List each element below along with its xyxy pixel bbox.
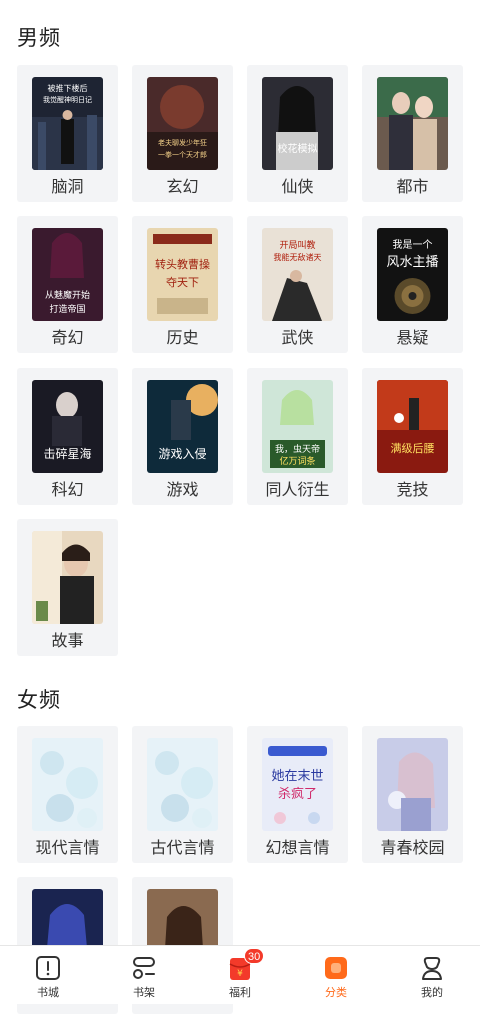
category-card-gushi[interactable]: 故事 — [17, 519, 118, 656]
category-label: 奇幻 — [51, 330, 84, 347]
section-title-male: 男频 — [17, 27, 61, 50]
svg-text:我，虫天帝: 我，虫天帝 — [275, 443, 320, 455]
category-label: 故事 — [51, 633, 84, 650]
svg-text:游戏入侵: 游戏入侵 — [158, 446, 206, 461]
svg-text:转头教曹操: 转头教曹操 — [155, 257, 210, 271]
category-label: 都市 — [396, 179, 429, 196]
category-card-qingchunxiaoyuan[interactable]: 青春校园 — [362, 726, 463, 863]
svg-text:打造帝国: 打造帝国 — [49, 303, 85, 315]
category-label: 悬疑 — [396, 330, 429, 347]
bottom-tab-bar: 书城 书架 ¥ 30 福利 分类 我的 — [0, 945, 480, 1004]
tab-bookshelf[interactable]: 书架 — [96, 946, 192, 1004]
category-label: 历史 — [166, 330, 199, 347]
svg-text:我觉醒神明日记: 我觉醒神明日记 — [43, 95, 92, 104]
book-cover — [32, 738, 103, 831]
category-label: 竞技 — [396, 482, 429, 499]
category-label: 科幻 — [51, 482, 84, 499]
svg-text:我是一个: 我是一个 — [393, 239, 433, 251]
category-card-kehuan[interactable]: 击碎星海 科幻 — [17, 368, 118, 505]
svg-text:从魅魔开始: 从魅魔开始 — [45, 289, 90, 301]
book-cover: 击碎星海 — [32, 380, 103, 473]
tab-category[interactable]: 分类 — [288, 946, 384, 1004]
category-card-wuxia[interactable]: 开局叫教 我能无敌诸天 武侠 — [247, 216, 348, 353]
category-label: 青春校园 — [380, 840, 445, 857]
book-cover: 从魅魔开始 打造帝国 — [32, 228, 103, 321]
tab-profile[interactable]: 我的 — [384, 946, 480, 1004]
category-card-tongren[interactable]: 我，虫天帝 亿万词条 同人衍生 — [247, 368, 348, 505]
svg-text:校花模拟: 校花模拟 — [278, 142, 318, 155]
category-label: 同人衍生 — [265, 482, 330, 499]
book-cover — [147, 738, 218, 831]
book-cover: 开局叫教 我能无敌诸天 — [262, 228, 333, 321]
svg-text:老夫聊发少年狂: 老夫聊发少年狂 — [158, 138, 207, 147]
bookstore-icon — [36, 956, 60, 980]
svg-text:¥: ¥ — [237, 969, 243, 979]
tab-label: 我的 — [421, 987, 443, 999]
tab-bookstore[interactable]: 书城 — [0, 946, 96, 1004]
category-label: 古代言情 — [150, 840, 215, 857]
category-label: 游戏 — [166, 482, 199, 499]
category-icon — [325, 957, 347, 979]
svg-text:亿万词条: 亿万词条 — [279, 455, 315, 467]
svg-text:风水主播: 风水主播 — [386, 255, 438, 270]
category-card-gudaiyanqing[interactable]: 古代言情 — [132, 726, 233, 863]
category-card-xianxia[interactable]: 校花模拟 仙侠 — [247, 65, 348, 202]
svg-text:夺天下: 夺天下 — [166, 276, 199, 289]
book-cover: 老夫聊发少年狂 一拳一个天才郎 — [147, 77, 218, 170]
svg-text:满级后腰: 满级后腰 — [391, 442, 435, 455]
category-card-naodong[interactable]: 被推下楼后我觉醒神明日记 脑洞 — [17, 65, 118, 202]
book-cover: 满级后腰 — [377, 380, 448, 473]
book-cover: 转头教曹操 夺天下 — [147, 228, 218, 321]
svg-text:我能无敌诸天: 我能无敌诸天 — [274, 252, 322, 262]
book-cover: 我，虫天帝 亿万词条 — [262, 380, 333, 473]
book-cover: 我是一个 风水主播 — [377, 228, 448, 321]
book-cover — [32, 531, 103, 624]
category-card-lishi[interactable]: 转头教曹操夺天下 历史 — [132, 216, 233, 353]
category-card-jingji[interactable]: 满级后腰 竞技 — [362, 368, 463, 505]
category-label: 脑洞 — [51, 179, 84, 196]
svg-text:她在末世: 她在末世 — [271, 769, 323, 784]
svg-text:一拳一个天才郎: 一拳一个天才郎 — [158, 150, 207, 159]
category-label: 玄幻 — [166, 179, 199, 196]
tab-label: 书架 — [133, 987, 155, 999]
book-cover: 校花模拟 — [262, 77, 333, 170]
svg-text:杀疯了: 杀疯了 — [278, 786, 317, 802]
category-label: 仙侠 — [281, 179, 314, 196]
book-cover: 被推下楼后我觉醒神明日记 — [32, 77, 103, 170]
tab-label: 分类 — [325, 987, 347, 999]
welfare-badge: 30 — [244, 948, 265, 964]
svg-text:开局叫教: 开局叫教 — [279, 239, 315, 251]
bookshelf-icon — [133, 957, 155, 979]
svg-text:击碎星海: 击碎星海 — [43, 446, 91, 461]
category-label: 现代言情 — [35, 840, 100, 857]
category-card-huanxiangyanqing[interactable]: 她在末世杀疯了 幻想言情 — [247, 726, 348, 863]
svg-text:被推下楼后: 被推下楼后 — [48, 83, 88, 93]
category-card-youxi[interactable]: 游戏入侵 游戏 — [132, 368, 233, 505]
category-label: 武侠 — [281, 330, 314, 347]
profile-icon — [422, 957, 442, 980]
tab-label: 福利 — [229, 987, 251, 999]
category-card-xuanhuan[interactable]: 老夫聊发少年狂 一拳一个天才郎 玄幻 — [132, 65, 233, 202]
category-card-dushi[interactable]: 都市 — [362, 65, 463, 202]
book-cover — [377, 77, 448, 170]
category-card-qihuan[interactable]: 从魅魔开始打造帝国 奇幻 — [17, 216, 118, 353]
category-label: 幻想言情 — [265, 840, 330, 857]
book-cover: 她在末世 杀疯了 — [262, 738, 333, 831]
tab-label: 书城 — [37, 987, 59, 999]
category-card-xiandaiyanqing[interactable]: 现代言情 — [17, 726, 118, 863]
tab-welfare[interactable]: ¥ 30 福利 — [192, 946, 288, 1004]
category-card-xuanyi[interactable]: 我是一个风水主播 悬疑 — [362, 216, 463, 353]
section-title-female: 女频 — [17, 689, 61, 712]
book-cover: 游戏入侵 — [147, 380, 218, 473]
book-cover — [377, 738, 448, 831]
